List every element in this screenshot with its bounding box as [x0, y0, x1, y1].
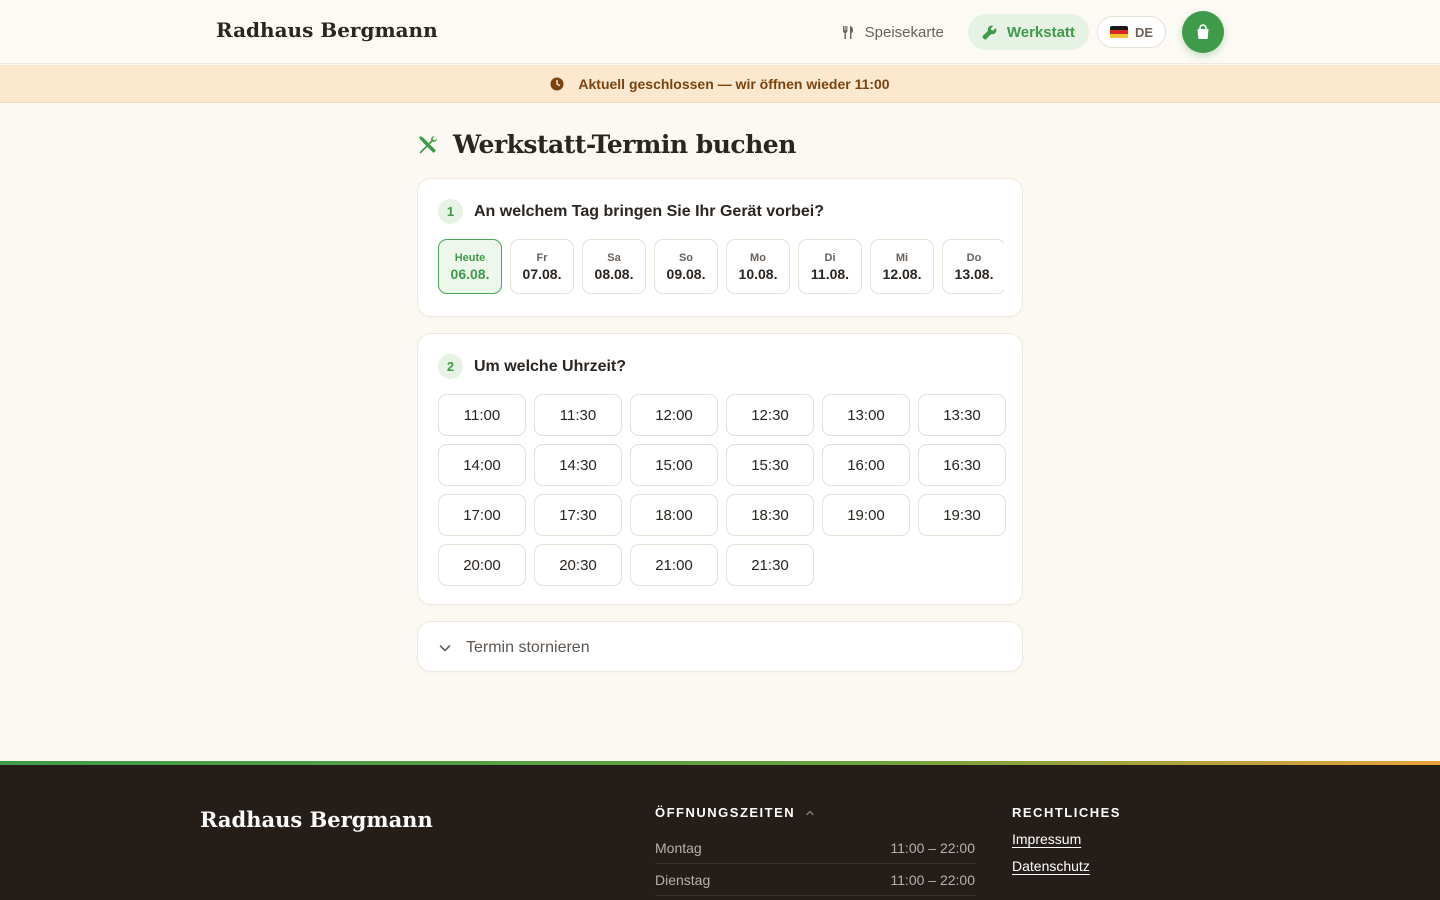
german-flag-icon	[1109, 25, 1128, 39]
shopping-bag-icon	[1197, 24, 1209, 39]
time-slot[interactable]: 18:30	[726, 494, 814, 536]
day-date: 06.08.	[450, 265, 490, 282]
day-name: Sa	[607, 251, 621, 264]
page-title: Werkstatt-Termin buchen	[417, 130, 796, 159]
site-header: Radhaus Bergmann Speisekarte Werkstatt D…	[0, 0, 1440, 64]
time-slot[interactable]: 14:30	[534, 444, 622, 486]
nav-workshop-label: Werkstatt	[1006, 23, 1075, 41]
cart-button[interactable]	[1182, 11, 1224, 53]
clock-icon	[550, 77, 564, 90]
time-slot[interactable]: 16:00	[822, 444, 910, 486]
main-nav: Speisekarte Werkstatt DE	[823, 11, 1224, 53]
step-header: 2 Um welche Uhrzeit?	[438, 354, 626, 379]
day-date: 08.08.	[594, 265, 634, 282]
cancel-toggle[interactable]: Termin stornieren	[438, 622, 590, 673]
day-name: Do	[966, 251, 982, 264]
footer-brand: Radhaus Bergmann	[200, 807, 433, 832]
site-footer: Radhaus Bergmann ÖFFNUNGSZEITEN Montag 1…	[0, 761, 1440, 900]
privacy-link[interactable]: Datenschutz	[1012, 858, 1121, 874]
hours-day: Dienstag	[655, 871, 711, 888]
legal-heading: RECHTLICHES	[1012, 805, 1121, 820]
opening-hours-title: ÖFFNUNGSZEITEN	[655, 805, 796, 820]
hours-row: Dienstag 11:00 – 22:00	[655, 864, 975, 896]
time-slot[interactable]: 17:30	[534, 494, 622, 536]
day-option[interactable]: Do 13.08.	[942, 239, 1004, 294]
time-slot[interactable]: 19:00	[822, 494, 910, 536]
wrench-icon	[982, 25, 997, 40]
step-number: 2	[438, 354, 463, 379]
day-date: 11.08.	[810, 265, 850, 282]
day-date: 12.08.	[882, 265, 922, 282]
day-picker[interactable]: Heute 06.08. Fr 07.08. Sa 08.08. So 09.08. M…	[438, 239, 1004, 297]
day-name: Di	[824, 251, 836, 264]
step-label: Um welche Uhrzeit?	[474, 357, 627, 375]
time-slot[interactable]: 16:30	[918, 444, 1006, 486]
status-text: Aktuell geschlossen — wir öffnen wieder …	[578, 75, 890, 92]
time-slot[interactable]: 12:00	[630, 394, 718, 436]
time-slot[interactable]: 17:00	[438, 494, 526, 536]
day-selection-card: 1 An welchem Tag bringen Sie Ihr Gerät v…	[417, 178, 1023, 317]
language-switcher[interactable]: DE	[1096, 16, 1166, 48]
chevron-down-icon	[439, 644, 451, 651]
language-code: DE	[1134, 24, 1153, 40]
day-option[interactable]: Mi 12.08.	[870, 239, 934, 294]
time-slot[interactable]: 13:00	[822, 394, 910, 436]
time-slot[interactable]: 18:00	[630, 494, 718, 536]
day-date: 09.08.	[666, 265, 706, 282]
time-slot[interactable]: 14:00	[438, 444, 526, 486]
step-header: 1 An welchem Tag bringen Sie Ihr Gerät v…	[438, 199, 824, 224]
step-label: An welchem Tag bringen Sie Ihr Gerät vor…	[474, 202, 824, 220]
time-slot[interactable]: 15:00	[630, 444, 718, 486]
page-heading: Werkstatt-Termin buchen	[453, 130, 796, 159]
day-name: Mo	[750, 251, 766, 264]
impressum-link[interactable]: Impressum	[1012, 831, 1121, 847]
fork-knife-icon	[842, 25, 853, 39]
cancel-label: Termin stornieren	[466, 638, 590, 656]
time-slot[interactable]: 11:30	[534, 394, 622, 436]
day-name: Fr	[536, 251, 548, 264]
tools-icon	[419, 135, 437, 153]
opening-hours-heading[interactable]: ÖFFNUNGSZEITEN	[655, 805, 975, 820]
time-slot[interactable]: 11:00	[438, 394, 526, 436]
step-number: 1	[438, 199, 463, 224]
opening-hours: ÖFFNUNGSZEITEN Montag 11:00 – 22:00 Dien…	[655, 805, 975, 896]
day-option[interactable]: Sa 08.08.	[582, 239, 646, 294]
time-selection-card: 2 Um welche Uhrzeit? 11:00 11:30 12:00 1…	[417, 333, 1023, 605]
chevron-up-icon	[806, 810, 814, 815]
time-slot[interactable]: 15:30	[726, 444, 814, 486]
day-date: 07.08.	[522, 265, 562, 282]
time-slot-grid: 11:00 11:30 12:00 12:30 13:00 13:30 14:0…	[438, 394, 1006, 586]
hours-day: Montag	[655, 839, 702, 856]
day-option[interactable]: Fr 07.08.	[510, 239, 574, 294]
day-date: 13.08.	[954, 265, 994, 282]
time-slot[interactable]: 12:30	[726, 394, 814, 436]
status-banner: Aktuell geschlossen — wir öffnen wieder …	[0, 65, 1440, 103]
time-slot[interactable]: 20:00	[438, 544, 526, 586]
day-option[interactable]: Di 11.08.	[798, 239, 862, 294]
time-slot[interactable]: 20:30	[534, 544, 622, 586]
nav-menu-link[interactable]: Speisekarte	[823, 14, 962, 50]
hours-time: 11:00 – 22:00	[890, 839, 975, 856]
day-option[interactable]: So 09.08.	[654, 239, 718, 294]
nav-workshop-link[interactable]: Werkstatt	[967, 14, 1089, 50]
day-option-today[interactable]: Heute 06.08.	[438, 239, 502, 294]
day-name: So	[678, 251, 694, 264]
day-name: Heute	[454, 251, 486, 264]
footer-accent-line	[0, 761, 1440, 765]
time-slot[interactable]: 21:00	[630, 544, 718, 586]
hours-row: Montag 11:00 – 22:00	[655, 832, 975, 864]
cancel-accordion[interactable]: Termin stornieren	[417, 621, 1023, 672]
day-name: Mi	[895, 251, 909, 264]
brand-logo[interactable]: Radhaus Bergmann	[216, 18, 438, 42]
time-slot[interactable]: 19:30	[918, 494, 1006, 536]
hours-time: 11:00 – 22:00	[890, 871, 975, 888]
day-date: 10.08.	[738, 265, 778, 282]
time-slot[interactable]: 21:30	[726, 544, 814, 586]
legal-section: RECHTLICHES Impressum Datenschutz	[1012, 805, 1121, 874]
day-option[interactable]: Mo 10.08.	[726, 239, 790, 294]
nav-menu-label: Speisekarte	[864, 23, 944, 41]
time-slot[interactable]: 13:30	[918, 394, 1006, 436]
